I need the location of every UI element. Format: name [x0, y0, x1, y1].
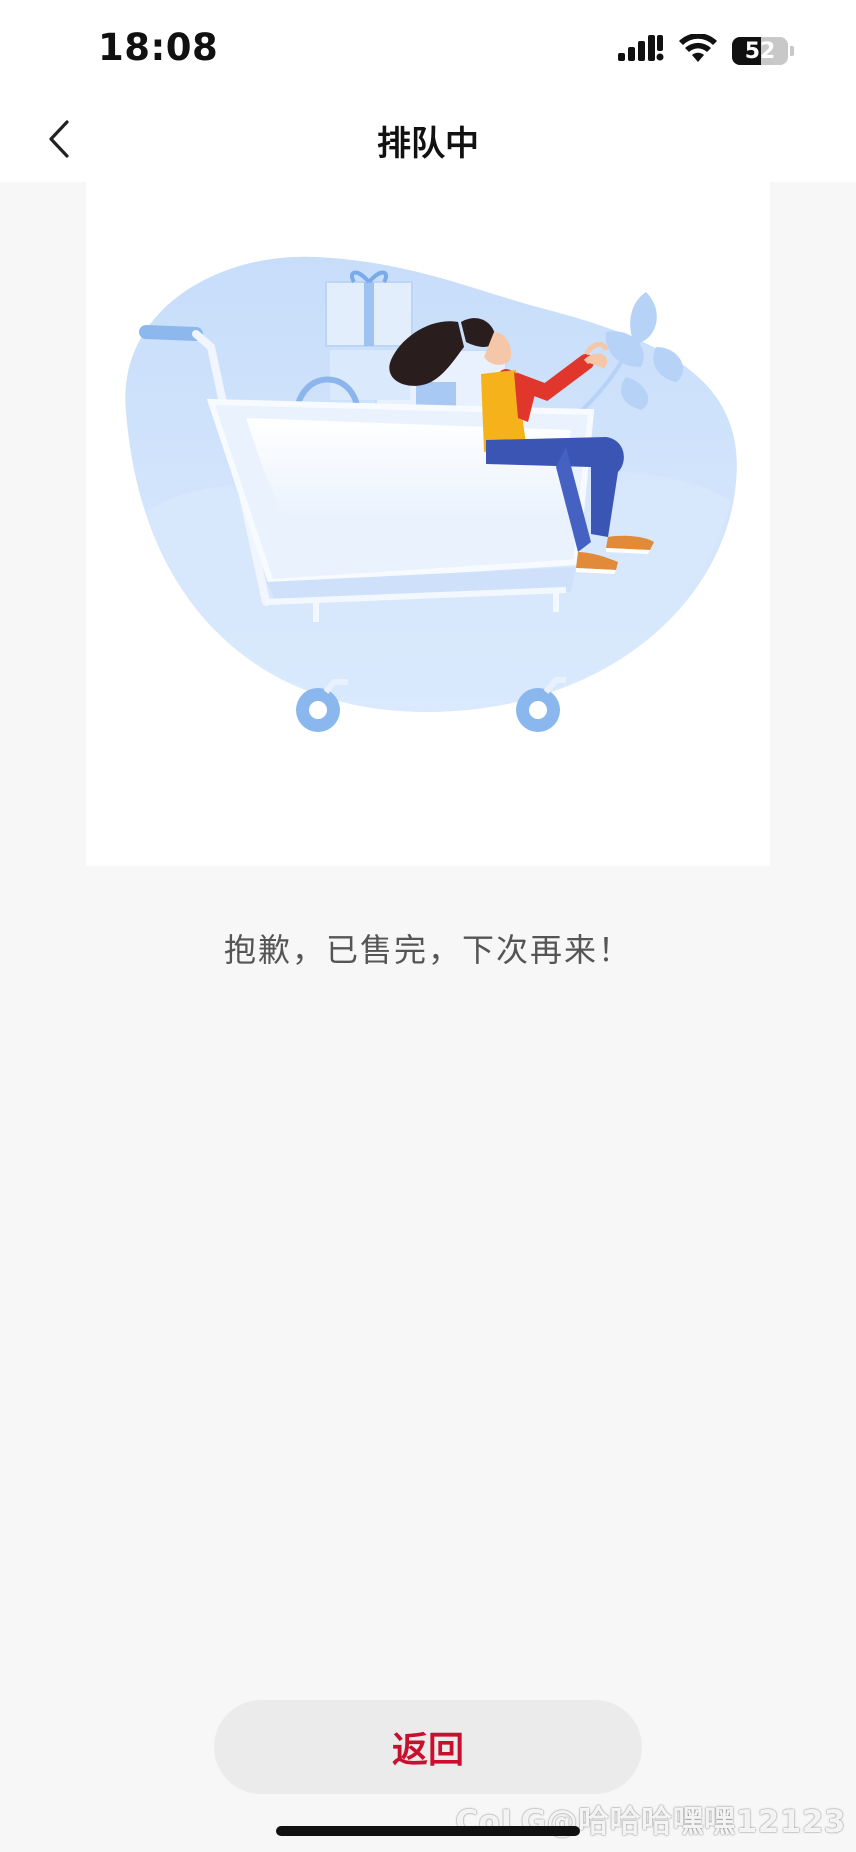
battery-level: 52: [744, 38, 776, 64]
wifi-icon: [678, 33, 718, 68]
battery-tip: [790, 46, 794, 56]
status-time: 18:08: [98, 26, 219, 69]
signal-icon: [618, 35, 664, 67]
illustration-card: [86, 182, 770, 866]
battery-icon: 52: [732, 37, 788, 65]
navigation-bar: 排队中: [0, 100, 856, 182]
sold-out-message: 抱歉，已售完，下次再来！: [223, 931, 632, 969]
return-button[interactable]: 返回: [214, 1700, 642, 1794]
home-indicator[interactable]: [276, 1826, 580, 1836]
shopping-cart-illustration: [125, 256, 737, 732]
status-icons: 52: [618, 33, 794, 68]
page-title: 排队中: [377, 124, 479, 164]
status-bar: 18:08 52: [0, 0, 856, 100]
